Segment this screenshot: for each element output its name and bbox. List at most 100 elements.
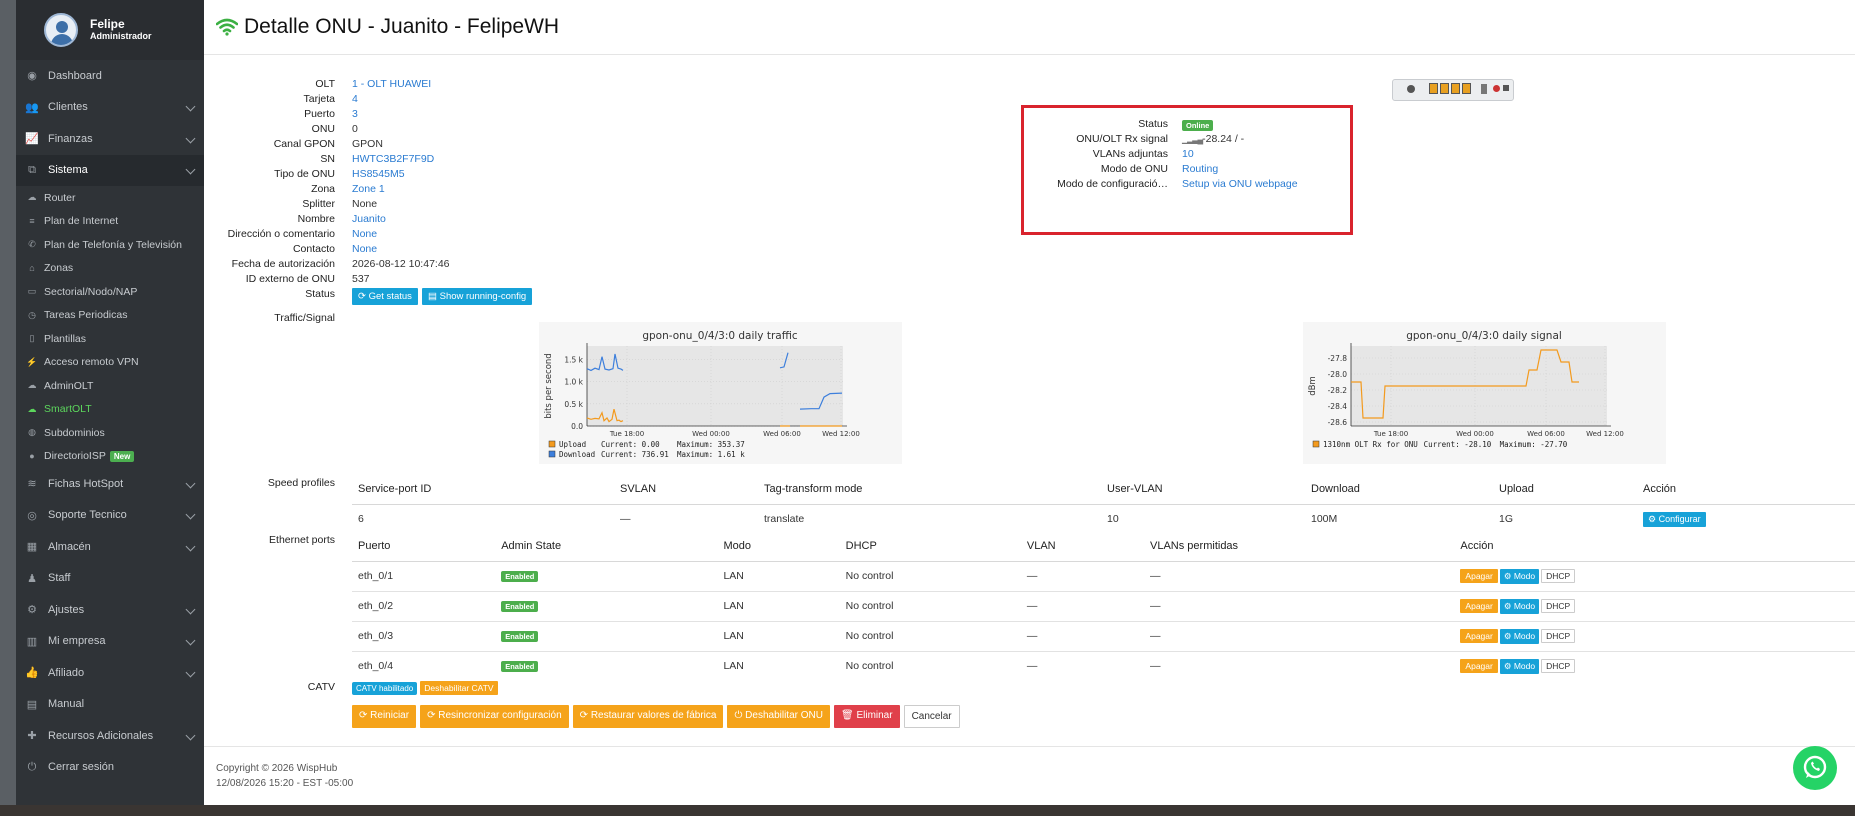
port-dhcp-button[interactable]: DHCP	[1541, 568, 1576, 583]
legend-maximum: Maximum: 1.61 k	[677, 450, 745, 459]
status-box-link[interactable]: Setup via ONU webpage	[1182, 178, 1298, 190]
get-status-button[interactable]: ⟳ Get status	[352, 288, 418, 305]
sidebar-item-cerrar-sesi-n[interactable]: ⏻ Cerrar sesión	[16, 752, 204, 784]
sidebar-item-almac-n[interactable]: ▦ Almacén	[16, 531, 204, 563]
eth-mode: LAN	[717, 650, 840, 681]
sidebar-item-sectorial-nodo-nap[interactable]: ▭ Sectorial/Nodo/NAP	[16, 280, 204, 304]
table-row: eth_0/4 Enabled LAN No control — — Apagar ⚙ Mod…	[352, 650, 1855, 681]
sidebar-item-ajustes[interactable]: ⚙ Ajustes	[16, 594, 204, 626]
show-running-config-button[interactable]: ▤ Show running-config	[421, 288, 533, 305]
sidebar-item-router[interactable]: ☁ Router	[16, 186, 204, 210]
power-off-port-button[interactable]: Apagar	[1460, 658, 1498, 673]
port-mode-label: Modo	[1513, 570, 1536, 581]
detail-value[interactable]: 1 - OLT HUAWEI	[352, 78, 431, 90]
eth-header: Puerto	[352, 532, 496, 562]
sidebar-item-manual[interactable]: ▤ Manual	[16, 689, 204, 721]
cancel-button[interactable]: Cancelar	[903, 705, 960, 728]
eth-port: eth_0/4	[352, 650, 496, 681]
chevron-down-icon	[185, 667, 196, 678]
sidebar-item-staff[interactable]: ♟ Staff	[16, 563, 204, 595]
onu-actions: ⟳ Reiniciar ⟳ Resincronizar configuración…	[352, 705, 960, 728]
chevron-down-icon	[185, 478, 196, 489]
power-icon: ⏻	[27, 760, 37, 773]
sidebar-item-recursos-adicionales[interactable]: ✚ Recursos Adicionales	[16, 720, 204, 752]
eth-vlan: —	[1020, 590, 1145, 621]
disable-catv-button[interactable]: Deshabilitar CATV	[420, 681, 498, 695]
delete-button[interactable]: 🗑 Eliminar	[833, 705, 900, 728]
sidebar-item-mi-empresa[interactable]: ▥ Mi empresa	[16, 626, 204, 658]
speed-value: 100M	[1311, 513, 1338, 526]
port-dhcp-button[interactable]: DHCP	[1541, 598, 1576, 613]
sidebar-item-dashboard[interactable]: ◉ Dashboard	[16, 60, 204, 92]
detail-value[interactable]: Juanito	[352, 213, 386, 225]
speed-value: 1G	[1499, 513, 1514, 526]
eth-mode: LAN	[717, 590, 840, 621]
resync-config-button[interactable]: ⟳ Resincronizar configuración	[420, 705, 569, 728]
disable-onu-button[interactable]: ⏻ Deshabilitar ONU	[727, 705, 830, 728]
sidebar-item-label: Cerrar sesión	[48, 761, 115, 774]
sidebar-item-subdominios[interactable]: ◍ Subdominios	[16, 421, 204, 445]
sidebar-item-sistema[interactable]: ⧉ Sistema	[16, 154, 204, 186]
action-label: Restaurar valores de fábrica	[590, 710, 717, 721]
user-role: Administrador	[90, 31, 152, 41]
left-edge-strip	[0, 0, 16, 816]
file-icon: ▯	[29, 333, 35, 344]
sidebar-item-fichas-hotspot[interactable]: ≋ Fichas HotSpot	[16, 468, 204, 500]
clock-icon: ◷	[28, 309, 36, 320]
show-running-config-label: Show running-config	[439, 291, 527, 302]
sidebar-item-plantillas[interactable]: ▯ Plantillas	[16, 327, 204, 351]
enabled-badge: Enabled	[501, 631, 539, 642]
enabled-badge: Enabled	[501, 661, 539, 673]
chevron-down-icon	[185, 635, 196, 646]
power-off-port-button[interactable]: Apagar	[1460, 598, 1498, 613]
sidebar-item-adminolt[interactable]: ☁ AdminOLT	[16, 374, 204, 398]
port-mode-button[interactable]: ⚙ Modo	[1499, 598, 1540, 614]
status-box-link[interactable]: 10	[1182, 148, 1194, 160]
y-tick-label: -28.4	[1328, 402, 1348, 411]
sidebar-item-label: Tareas Periodicas	[44, 309, 128, 322]
eth-port: eth_0/1	[352, 560, 496, 591]
sidebar-item-zonas[interactable]: ⌂ Zonas	[16, 257, 204, 281]
eth-dhcp: No control	[839, 560, 1021, 591]
user-panel[interactable]: Felipe Administrador	[16, 0, 204, 60]
plus-icon: ✚	[27, 730, 37, 743]
ethernet-ports-row: Ethernet ports	[204, 534, 335, 549]
port-dhcp-button[interactable]: DHCP	[1541, 658, 1576, 673]
sidebar-item-tareas-periodicas[interactable]: ◷ Tareas Periodicas	[16, 304, 204, 328]
sidebar-item-label: Manual	[48, 698, 85, 711]
port-mode-button[interactable]: ⚙ Modo	[1499, 628, 1540, 644]
sidebar-item-plan-de-internet[interactable]: ≡ Plan de Internet	[16, 210, 204, 234]
avatar[interactable]	[44, 13, 78, 47]
eth-allowed-vlans: —	[1144, 560, 1455, 591]
port-dhcp-button[interactable]: DHCP	[1541, 628, 1576, 643]
status-actions: ⟳ Get status ▤ Show running-config	[352, 288, 533, 305]
eth-state-cell: Enabled	[495, 620, 718, 651]
legend-current: Current: -28.10	[1424, 440, 1492, 449]
detail-value[interactable]: 4	[352, 93, 358, 105]
detail-value: None	[352, 198, 378, 210]
power-off-port-button[interactable]: Apagar	[1460, 628, 1498, 643]
port-mode-button[interactable]: ⚙ Modo	[1499, 568, 1540, 584]
sidebar-item-plan-de-telefon-a-y-televisi-n[interactable]: ✆ Plan de Telefonía y Televisión	[16, 233, 204, 257]
factory-reset-button[interactable]: ⟳ Restaurar valores de fábrica	[572, 705, 724, 728]
sidebar-item-clientes[interactable]: 👥 Clientes	[16, 92, 204, 124]
port-mode-button[interactable]: ⚙ Modo	[1499, 658, 1540, 674]
sidebar-item-soporte-tecnico[interactable]: ◎ Soporte Tecnico	[16, 500, 204, 532]
sidebar-item-finanzas[interactable]: 📈 Finanzas	[16, 123, 204, 155]
sidebar-item-acceso-remoto-vpn[interactable]: ⚡ Acceso remoto VPN	[16, 351, 204, 375]
sidebar-item-directorioisp[interactable]: ● DirectorioISP New	[16, 445, 204, 469]
eth-allowed-vlans: —	[1144, 620, 1455, 651]
detail-value[interactable]: None	[352, 243, 377, 255]
whatsapp-button[interactable]	[1793, 746, 1837, 790]
power-off-port-button[interactable]: Apagar	[1460, 568, 1498, 583]
status-box-link[interactable]: Routing	[1182, 163, 1218, 175]
sidebar-item-smartolt[interactable]: ☁ SmartOLT	[16, 398, 204, 422]
y-tick-label: -28.2	[1328, 386, 1348, 395]
reboot-button[interactable]: ⟳ Reiniciar	[352, 705, 417, 728]
get-status-label: Get status	[368, 291, 412, 302]
sidebar-item-afiliado[interactable]: 👍 Afiliado	[16, 657, 204, 689]
configure-button[interactable]: ⚙ Configurar	[1643, 511, 1706, 527]
detail-value[interactable]: None	[352, 228, 377, 240]
y-tick-label: 0.0	[571, 422, 583, 431]
y-tick-label: -28.0	[1328, 370, 1348, 379]
